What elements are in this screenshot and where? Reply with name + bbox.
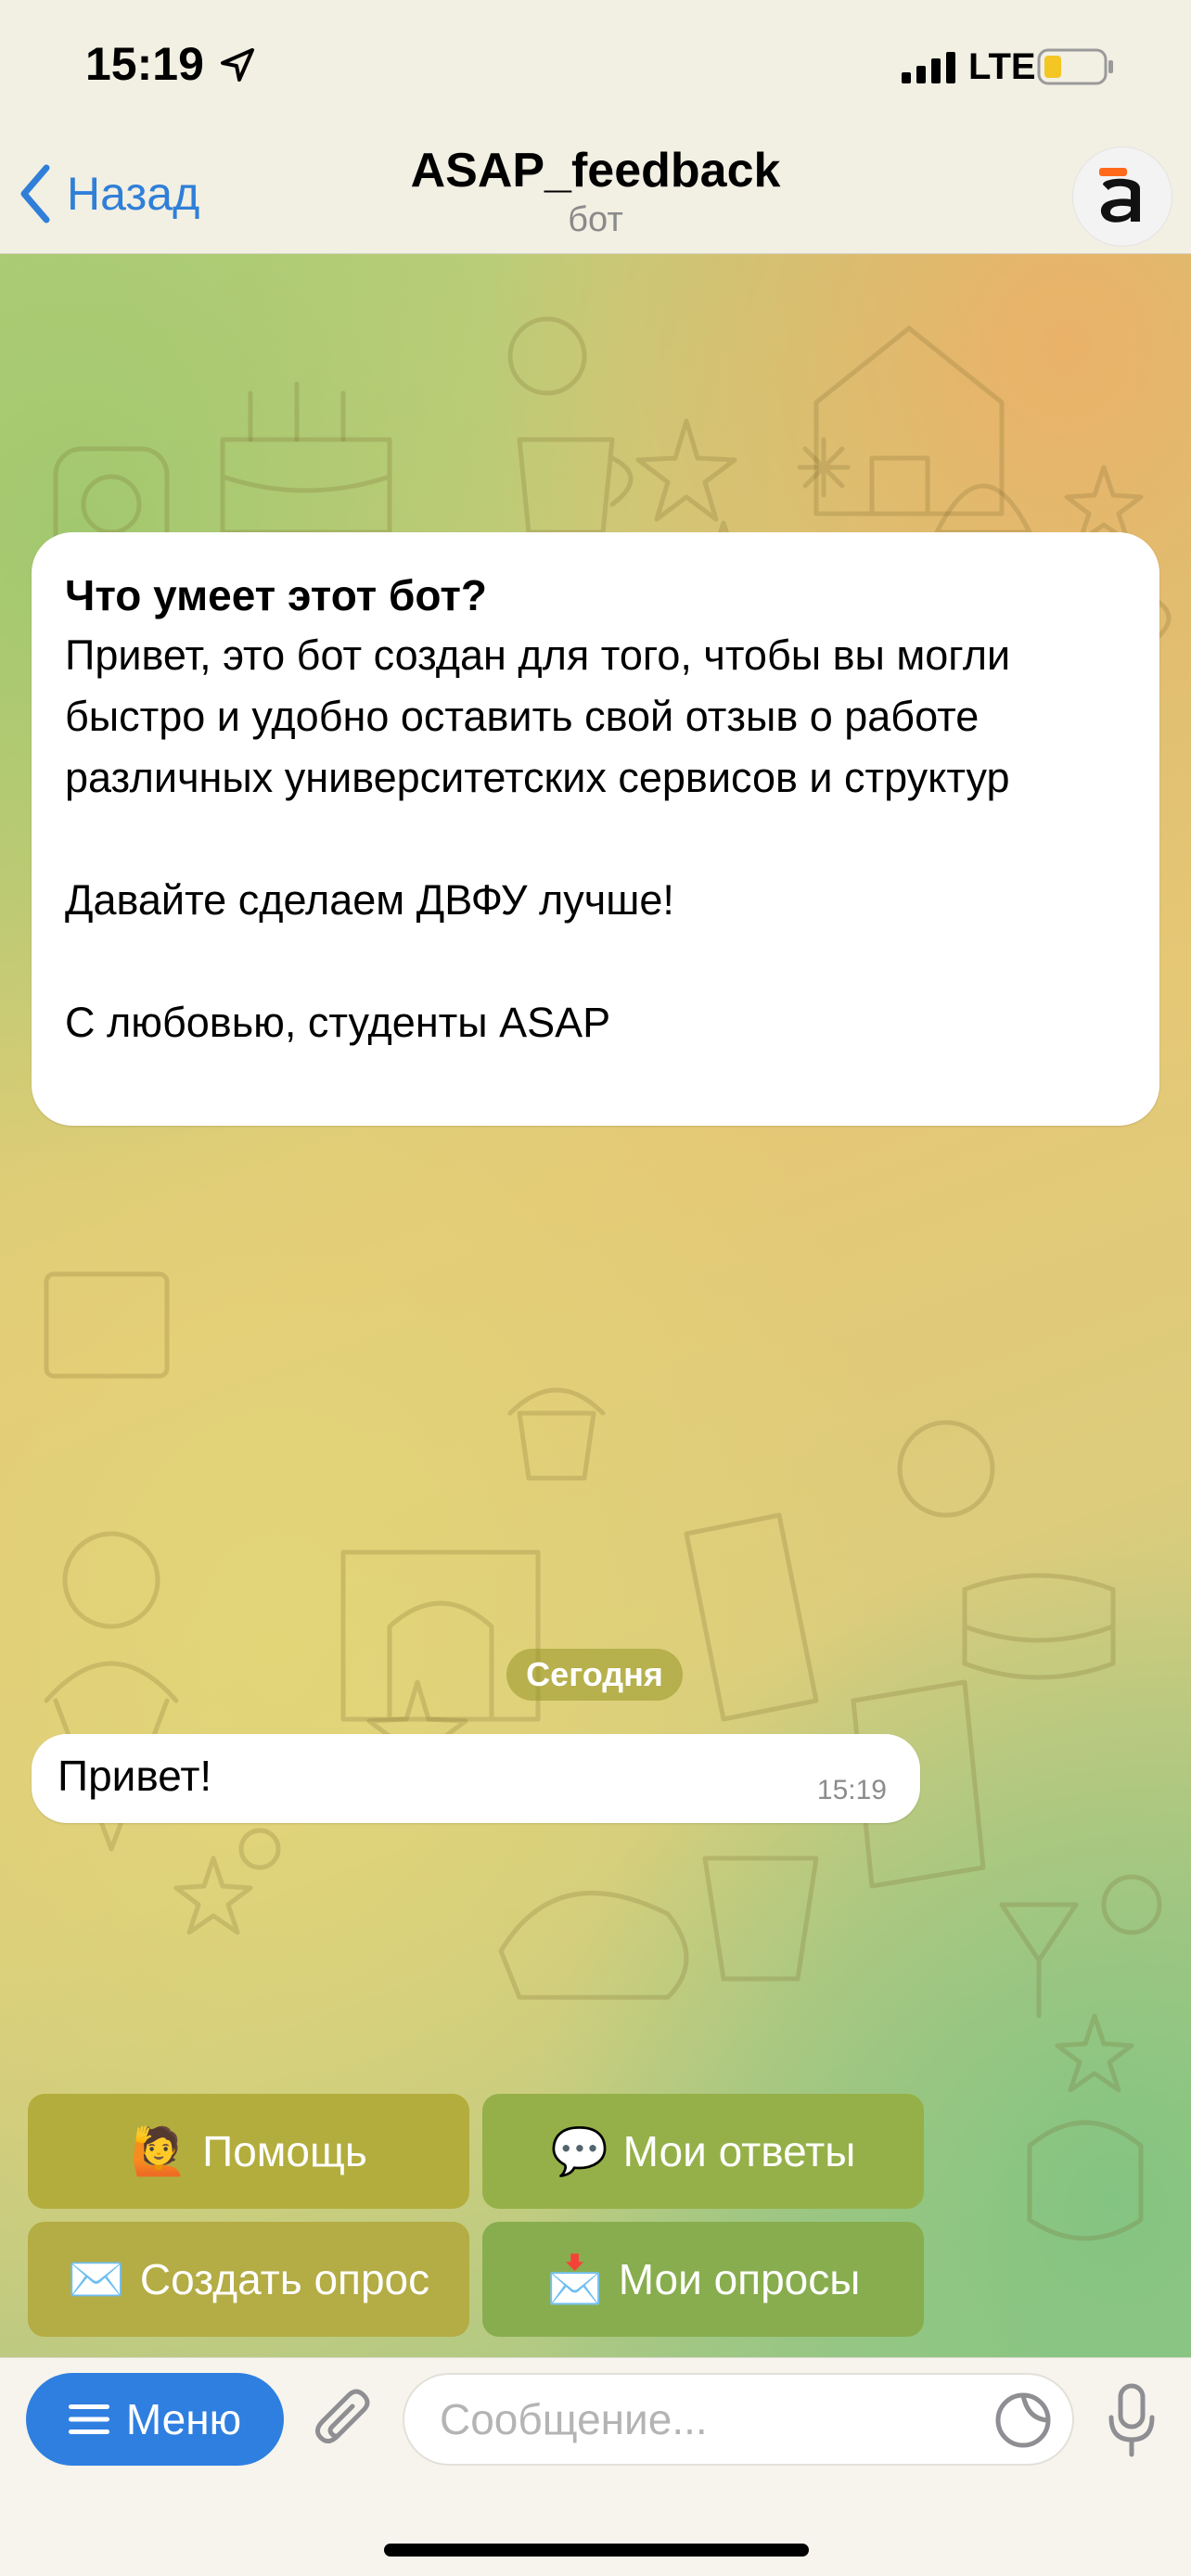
- input-bar: Меню: [0, 2357, 1191, 2576]
- status-bar: 15:19 LTE: [0, 0, 1191, 139]
- message-time: 15:19: [816, 1775, 887, 1805]
- help-button[interactable]: 🙋 Помощь: [28, 2094, 469, 2209]
- person-raising-hand-icon: 🙋: [130, 2124, 188, 2177]
- my-polls-button-label: Мои опросы: [618, 2255, 861, 2303]
- menu-button-label: Меню: [125, 2395, 242, 2443]
- status-time: 15:19: [85, 38, 204, 90]
- sticker-icon[interactable]: [994, 2391, 1052, 2449]
- chat-subtitle: бот: [568, 200, 623, 239]
- envelope-arrow-icon: 📩: [545, 2252, 604, 2305]
- signal-bars-icon: [902, 52, 955, 83]
- paperclip-icon[interactable]: [308, 2384, 378, 2455]
- chat-title[interactable]: ASAP_feedback: [0, 143, 1191, 198]
- location-arrow-icon: [221, 48, 254, 82]
- microphone-icon[interactable]: [1106, 2382, 1158, 2460]
- menu-lines-icon: [68, 2404, 109, 2434]
- bot-info-card: Что умеет этот бот? Привет, это бот созд…: [32, 532, 1159, 1126]
- menu-button[interactable]: Меню: [26, 2373, 284, 2466]
- battery-low-icon: [1037, 48, 1113, 85]
- speech-bubble-icon: 💬: [550, 2124, 608, 2177]
- home-indicator: [384, 2544, 809, 2557]
- message-input[interactable]: [403, 2373, 1074, 2466]
- date-separator: Сегодня: [506, 1649, 683, 1701]
- incoming-message[interactable]: Привет! 15:19: [32, 1734, 920, 1823]
- my-answers-button-label: Мои ответы: [622, 2127, 856, 2175]
- my-answers-button[interactable]: 💬 Мои ответы: [482, 2094, 924, 2209]
- network-type: LTE: [968, 46, 1036, 87]
- my-polls-button[interactable]: 📩 Мои опросы: [482, 2222, 924, 2337]
- help-button-label: Помощь: [202, 2127, 367, 2175]
- nav-bar: Назад ASAP_feedback бот: [0, 139, 1191, 254]
- envelope-icon: ✉️: [67, 2252, 126, 2305]
- message-text: Привет!: [58, 1752, 212, 1800]
- create-poll-button[interactable]: ✉️ Создать опрос: [28, 2222, 469, 2337]
- create-poll-button-label: Создать опрос: [139, 2255, 430, 2303]
- avatar[interactable]: [1072, 147, 1172, 247]
- asap-logo-icon: [1099, 168, 1140, 223]
- bot-info-text: Привет, это бот создан для того, чтобы в…: [65, 631, 1011, 1046]
- bot-info-title: Что умеет этот бот?: [65, 571, 487, 619]
